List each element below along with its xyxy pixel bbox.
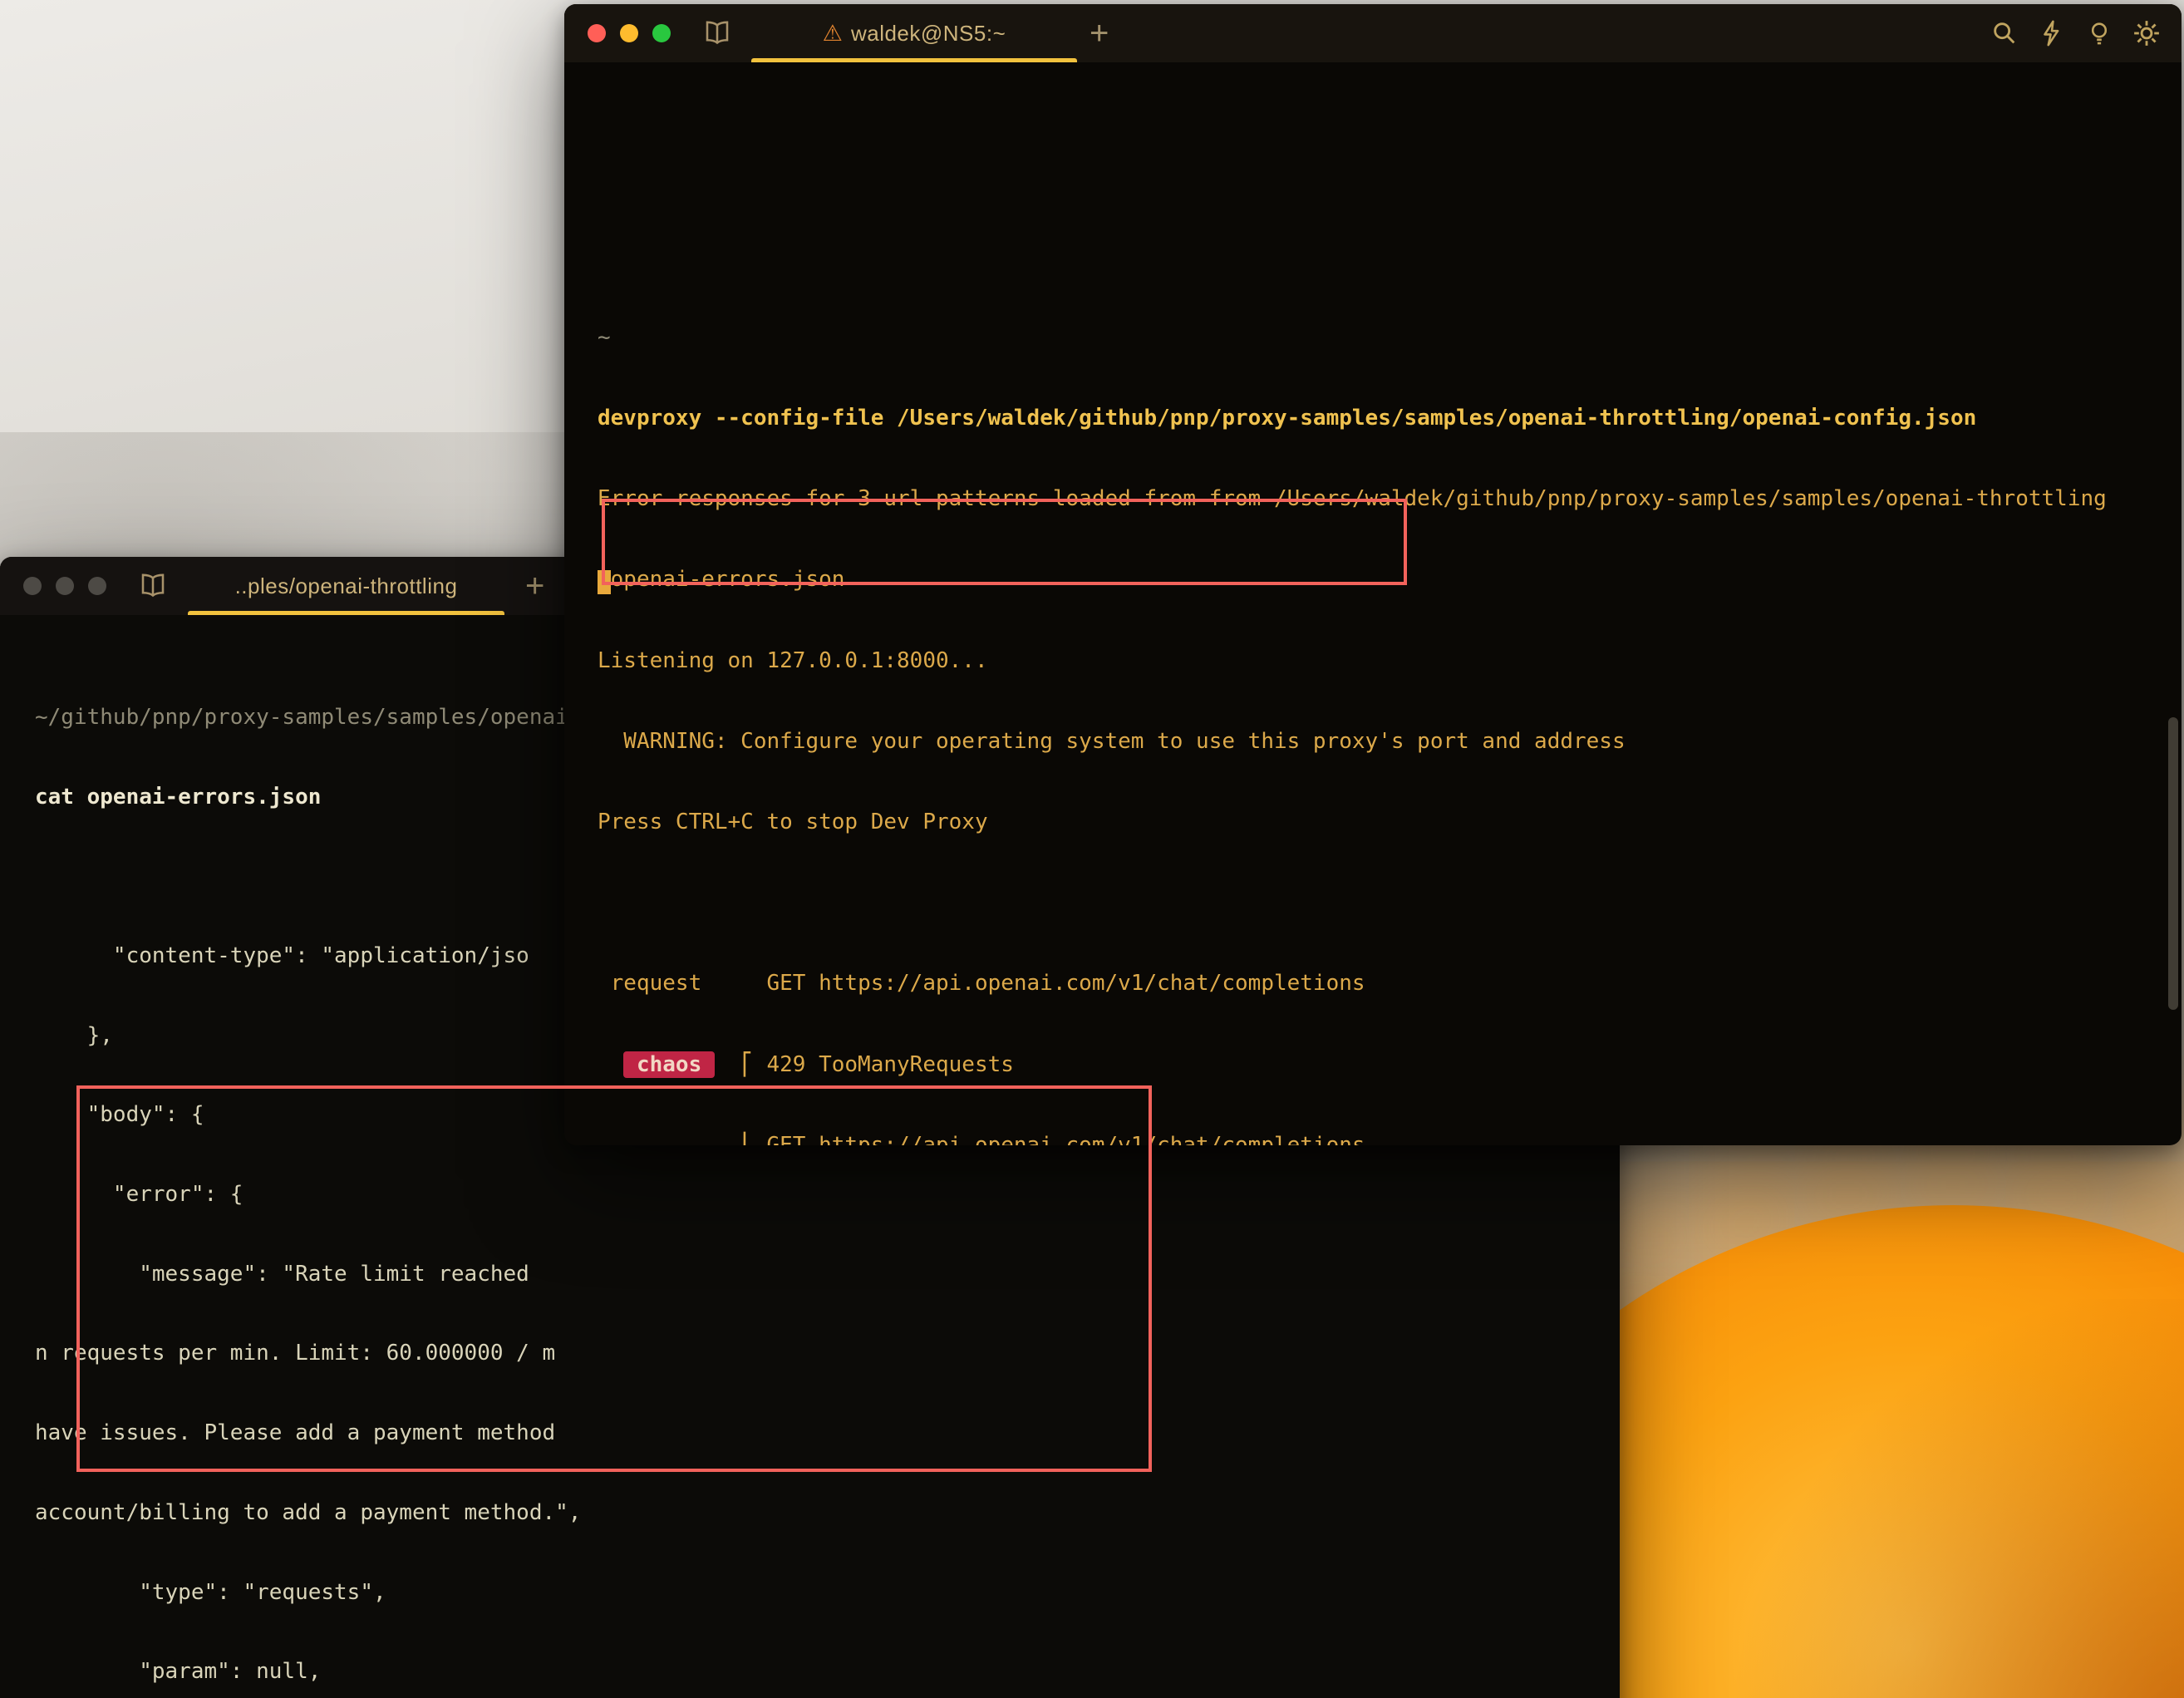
desktop: ..ples/openai-throttling + ~/github/pnp/…	[0, 0, 2184, 1698]
terminal-line: account/billing to add a payment method.…	[35, 1500, 1620, 1527]
chaos-get-line: ⎣ GET https://api.openai.com/v1/chat/com…	[598, 1132, 2182, 1145]
terminal-line	[598, 889, 2182, 916]
terminal-line: n requests per min. Limit: 60.000000 / m	[35, 1341, 1620, 1367]
terminal-line: "type": "requests",	[35, 1580, 1620, 1607]
terminal-line: have issues. Please add a payment method	[35, 1420, 1620, 1447]
terminal-line: Press CTRL+C to stop Dev Proxy	[598, 809, 2182, 835]
close-button[interactable]	[588, 24, 606, 42]
terminal-line: "message": "Rate limit reached	[35, 1262, 1620, 1288]
terminal-line: WARNING: Configure your operating system…	[598, 728, 2182, 755]
tab-title: ..ples/openai-throttling	[235, 573, 458, 599]
command-line: devproxy --config-file /Users/waldek/git…	[598, 405, 2182, 431]
terminal-line: Listening on 127.0.0.1:8000...	[598, 647, 2182, 674]
terminal-line: "param": null,	[35, 1659, 1620, 1686]
terminal-line: Error responses for 3 url patterns loade…	[598, 485, 2182, 512]
tab-active-back[interactable]: ..ples/openai-throttling	[184, 557, 508, 615]
titlebar-toolbar	[1990, 19, 2161, 47]
minimize-button[interactable]	[56, 577, 74, 595]
book-icon[interactable]	[702, 18, 732, 48]
zoom-button[interactable]	[88, 577, 106, 595]
tab-title: waldek@NS5:~	[851, 21, 1006, 47]
chaos-badge: chaos	[623, 1051, 715, 1078]
titlebar-front[interactable]: ⚠ waldek@NS5:~ +	[564, 4, 2182, 62]
wallpaper-corner-shade	[1702, 1299, 2184, 1698]
minimize-button[interactable]	[620, 24, 638, 42]
close-button[interactable]	[23, 577, 42, 595]
zoom-button[interactable]	[652, 24, 671, 42]
warning-icon: ⚠	[823, 21, 843, 47]
terminal-window-front: ⚠ waldek@NS5:~ + ~	[564, 4, 2182, 1145]
terminal-line: /openai-errors.json	[598, 566, 2182, 593]
terminal-line: "error": {	[35, 1182, 1620, 1208]
chaos-prefix	[598, 1052, 623, 1077]
terminal-content-front[interactable]: ~ devproxy --config-file /Users/waldek/g…	[564, 62, 2182, 1145]
new-tab-button[interactable]: +	[525, 567, 544, 605]
chaos-log-line: chaos ⎡ 429 TooManyRequests	[598, 1051, 2182, 1078]
terminal-line: ~	[598, 324, 2182, 351]
chaos-text: ⎡ 429 TooManyRequests	[715, 1052, 1014, 1077]
scrollbar-thumb[interactable]	[2168, 717, 2178, 1010]
book-icon[interactable]	[138, 571, 168, 601]
lightbulb-icon[interactable]	[2085, 19, 2113, 47]
traffic-lights	[588, 24, 671, 42]
tab-active-front[interactable]: ⚠ waldek@NS5:~	[748, 4, 1080, 62]
traffic-lights	[23, 577, 106, 595]
request-log-line: request GET https://api.openai.com/v1/ch…	[598, 970, 2182, 997]
gear-icon[interactable]	[2132, 19, 2161, 47]
new-tab-button[interactable]: +	[1090, 14, 1109, 52]
terminal-cursor	[598, 570, 611, 594]
lightning-icon[interactable]	[2038, 19, 2066, 47]
search-icon[interactable]	[1990, 19, 2019, 47]
